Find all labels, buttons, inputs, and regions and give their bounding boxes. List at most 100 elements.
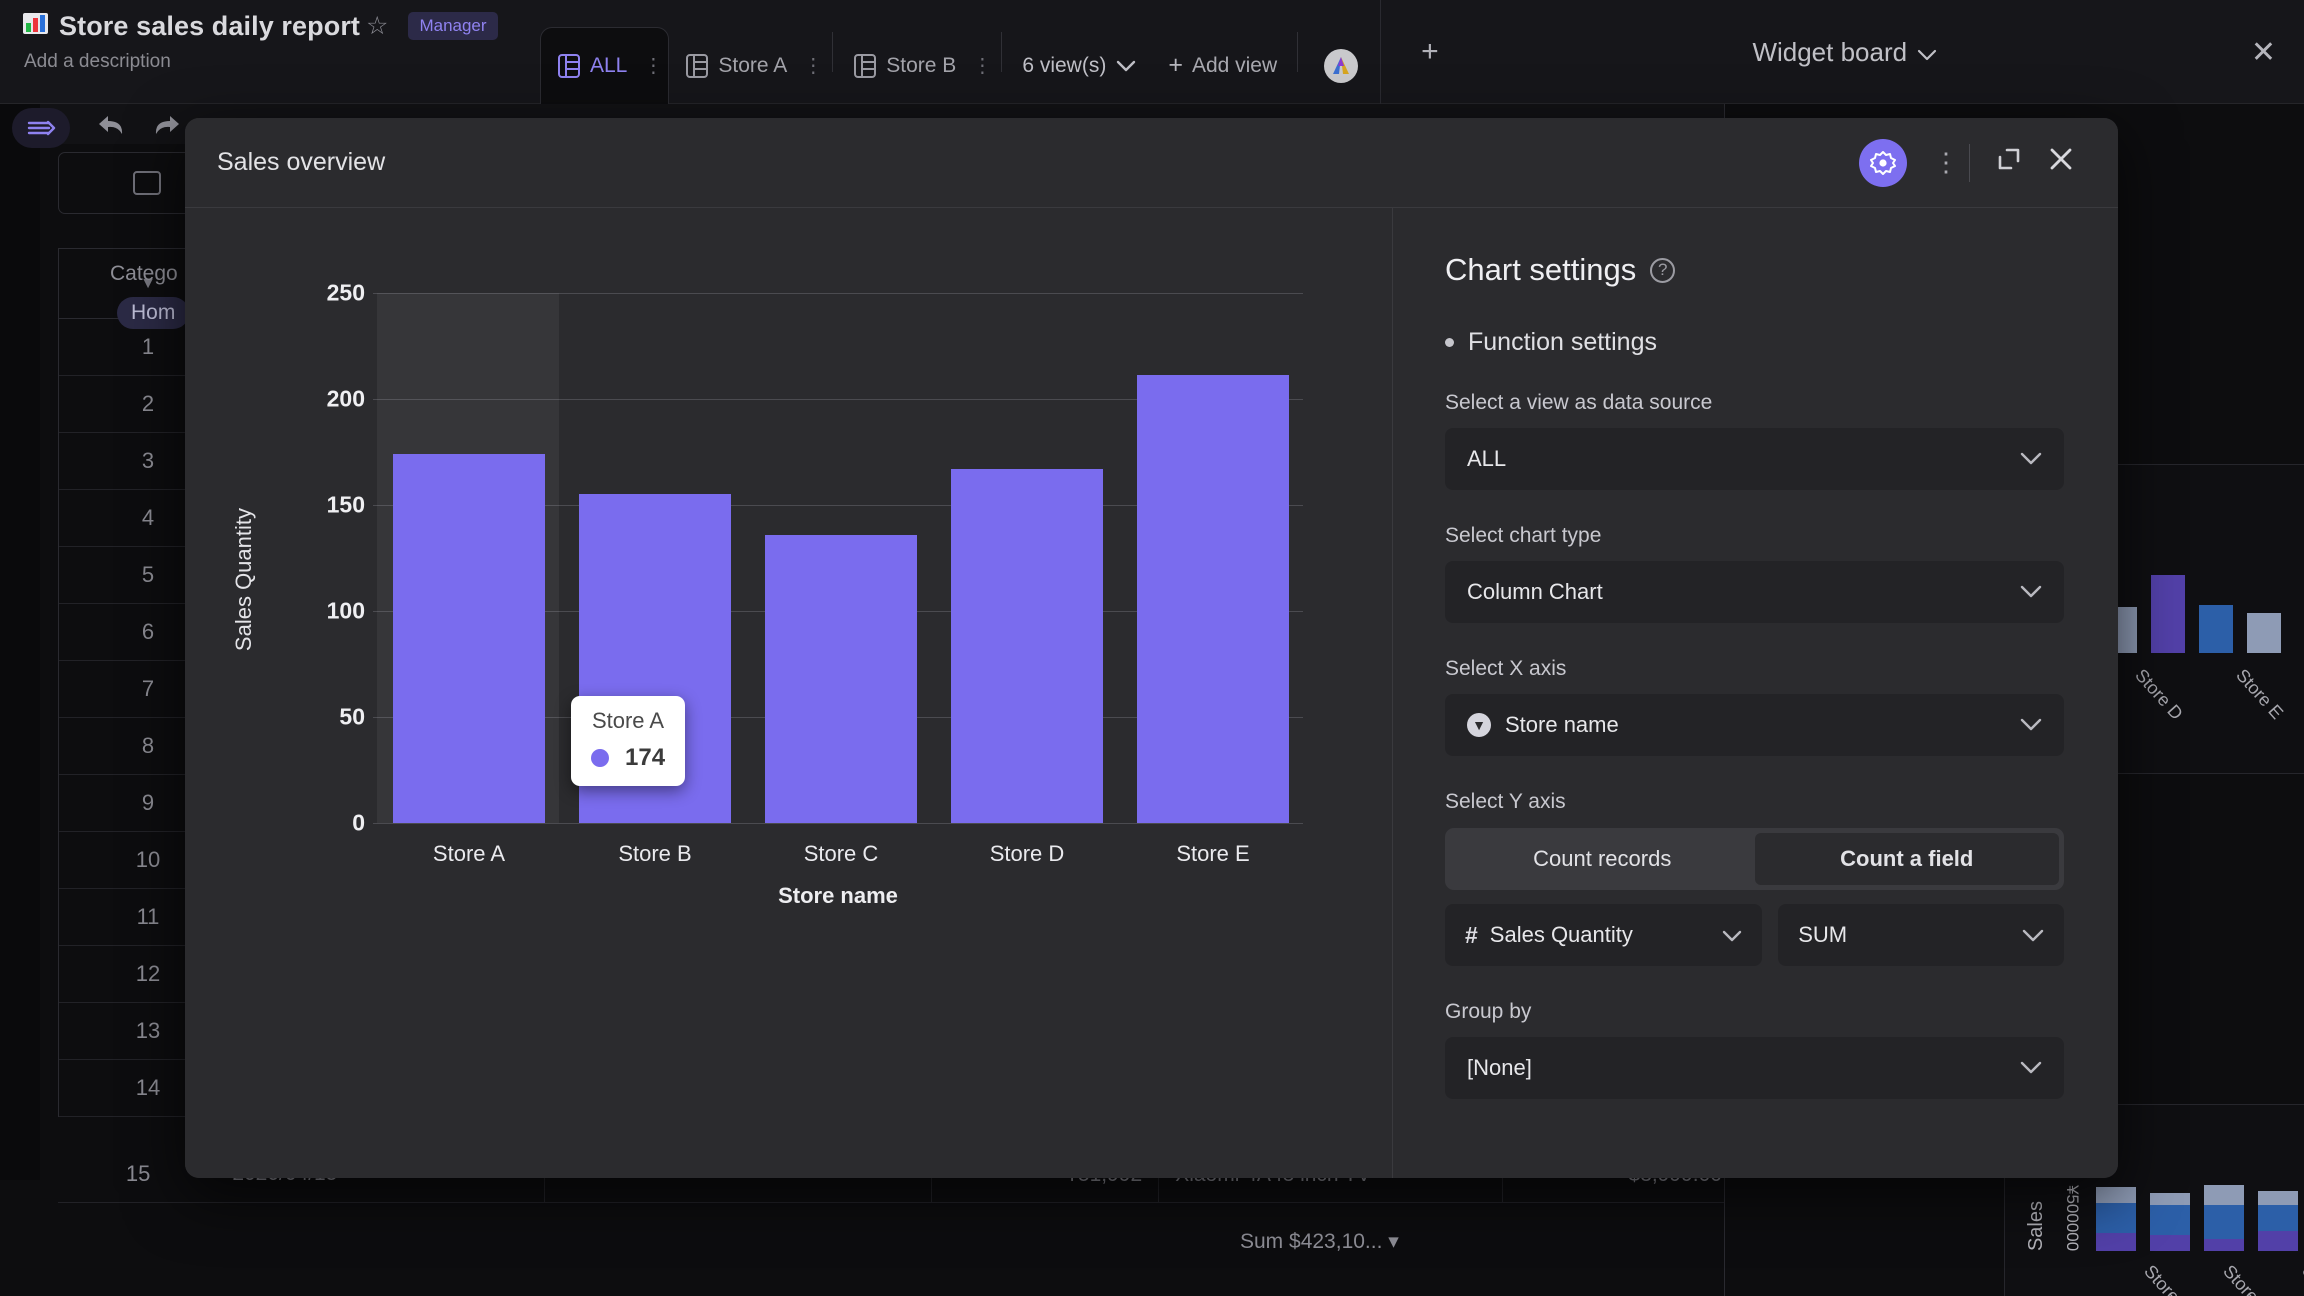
close-widget-board-icon[interactable]: ✕ xyxy=(2251,35,2276,70)
bar-store-d[interactable] xyxy=(951,469,1103,823)
y-tick: 50 xyxy=(339,703,365,730)
y-tick: 100 xyxy=(326,597,365,624)
chevron-down-icon xyxy=(2020,713,2042,737)
chevron-down-icon xyxy=(1917,37,1937,68)
y-axis-aggregate-select[interactable]: SUM xyxy=(1778,904,2064,966)
role-badge: Manager xyxy=(408,12,498,40)
redo-icon[interactable] xyxy=(152,112,182,145)
group-by-value: [None] xyxy=(1467,1055,1532,1080)
x-tick: Store C xyxy=(803,841,879,866)
tab-label: ALL xyxy=(590,54,628,77)
checkbox-square-icon xyxy=(133,171,161,195)
settings-heading: Chart settings ? xyxy=(1445,252,2064,288)
x-tick: Store A xyxy=(432,841,506,866)
close-icon[interactable] xyxy=(2048,146,2074,179)
expand-icon[interactable] xyxy=(1996,146,2022,179)
add-widget-icon[interactable]: + xyxy=(1421,35,1439,69)
toggle-count-records[interactable]: Count records xyxy=(1450,833,1755,885)
gear-icon[interactable] xyxy=(1859,138,1907,187)
bar-chart-icon xyxy=(22,10,49,42)
x-axis-label: Select X axis xyxy=(1445,657,1567,680)
favorite-star-icon[interactable]: ☆ xyxy=(366,11,388,41)
tab-store-a[interactable]: Store A ⋮ xyxy=(669,27,828,104)
summary-text: Sum $423,10... xyxy=(1240,1230,1383,1253)
toggle-count-a-field[interactable]: Count a field xyxy=(1754,833,2059,885)
tooltip-value: 174 xyxy=(625,744,666,771)
divider xyxy=(832,32,834,72)
bar-store-a[interactable] xyxy=(393,454,545,823)
y-axis-aggregate-value: SUM xyxy=(1798,922,1848,947)
more-vertical-icon[interactable]: ⋮ xyxy=(972,56,992,76)
chart-tooltip: Store A 174 xyxy=(571,696,686,786)
mini-x-label: Store xyxy=(2140,1261,2184,1296)
chevron-down-icon xyxy=(1116,54,1136,78)
page-title: Store sales daily report xyxy=(59,10,361,41)
widget-board-header: + Widget board ✕ xyxy=(1380,0,2304,104)
toggle-sidebar-icon[interactable] xyxy=(12,108,70,148)
chart-type-label: Select chart type xyxy=(1445,524,1602,547)
y-tick: 0 xyxy=(352,809,365,836)
more-vertical-icon[interactable]: ⋮ xyxy=(643,56,663,76)
table-grid-icon xyxy=(558,54,580,78)
table-summary[interactable]: Sum $423,10... ▾ xyxy=(1240,1229,1399,1254)
data-source-label: Select a view as data source xyxy=(1445,391,1713,414)
plus-icon: + xyxy=(1168,51,1183,79)
tab-store-b[interactable]: Store B ⋮ xyxy=(837,27,997,104)
data-source-select[interactable]: ALL xyxy=(1445,428,2064,490)
more-vertical-icon[interactable]: ⋮ xyxy=(1933,149,1959,175)
description-placeholder[interactable]: Add a description xyxy=(24,51,540,73)
chevron-down-icon xyxy=(1722,922,1742,948)
mini-y-tick: ¥500000 xyxy=(2063,1184,2082,1251)
function-settings-label: Function settings xyxy=(1468,328,1657,356)
x-tick: Store D xyxy=(989,841,1065,866)
group-by-select[interactable]: [None] xyxy=(1445,1037,2064,1099)
tab-all[interactable]: ALL ⋮ xyxy=(540,27,670,104)
undo-icon[interactable] xyxy=(96,112,126,145)
function-settings-section[interactable]: Function settings xyxy=(1445,328,2064,357)
view-count-label: 6 view(s) xyxy=(1022,53,1107,77)
help-icon[interactable]: ? xyxy=(1650,257,1676,283)
x-tick: Store E xyxy=(1176,841,1250,866)
table-grid-icon xyxy=(854,53,877,78)
caret-down-icon[interactable]: ▾ xyxy=(1388,1230,1399,1253)
more-vertical-icon[interactable]: ⋮ xyxy=(803,56,823,76)
modal-body: Sales Quantity 250 200 150 100 50 0 Stor… xyxy=(185,208,2118,1178)
select-field-icon: ▼ xyxy=(1467,713,1491,737)
left-rail xyxy=(0,104,40,1180)
user-avatar[interactable] xyxy=(1302,27,1380,104)
add-view-label: Add view xyxy=(1191,53,1278,77)
chart-type-select[interactable]: Column Chart xyxy=(1445,561,2064,623)
bar-store-c[interactable] xyxy=(765,535,917,823)
chart-settings-panel: Chart settings ? Function settings Selec… xyxy=(1392,208,2118,1178)
modal-actions: ⋮ xyxy=(1859,138,2074,187)
add-view-button[interactable]: + Add view xyxy=(1152,27,1293,104)
tab-label: Store B xyxy=(886,53,957,77)
tab-label: Store A xyxy=(718,53,788,77)
y-tick: 200 xyxy=(326,385,365,412)
column-header-category[interactable]: Catego xyxy=(110,262,178,286)
view-count-dropdown[interactable]: 6 view(s) xyxy=(1006,27,1152,104)
chart-area: Sales Quantity 250 200 150 100 50 0 Stor… xyxy=(185,208,1392,1178)
x-axis-select[interactable]: ▼ Store name xyxy=(1445,694,2064,756)
chevron-down-icon xyxy=(2020,1056,2042,1080)
chevron-down-icon xyxy=(2020,580,2042,604)
divider xyxy=(1297,32,1299,72)
y-axis-field-select[interactable]: # Sales Quantity xyxy=(1445,904,1763,966)
modal-title: Sales overview xyxy=(217,148,386,176)
widget-board-title[interactable]: Widget board xyxy=(1752,37,1937,68)
filter-chip[interactable]: Hom xyxy=(117,297,190,329)
sales-overview-modal: Sales overview ⋮ Sales Quantity 250 200 … xyxy=(185,118,2118,1178)
top-bar: Store sales daily report ☆ Manager Add a… xyxy=(0,0,2304,104)
bar-store-e[interactable] xyxy=(1137,375,1289,823)
avatar xyxy=(1324,48,1359,83)
number-field-icon: # xyxy=(1465,921,1478,948)
y-axis-label: Select Y axis xyxy=(1445,790,1566,813)
chevron-down-icon xyxy=(2020,447,2042,471)
mini-x-label: Store xyxy=(2219,1261,2263,1296)
chart-type-value: Column Chart xyxy=(1467,579,1603,604)
y-axis-field-value: Sales Quantity xyxy=(1489,922,1633,947)
divider xyxy=(1001,32,1003,72)
widget-board-label: Widget board xyxy=(1752,36,1908,67)
plot-region: Store A Store B Store C Store D Store E … xyxy=(373,293,1303,908)
y-tick: 250 xyxy=(326,279,365,306)
